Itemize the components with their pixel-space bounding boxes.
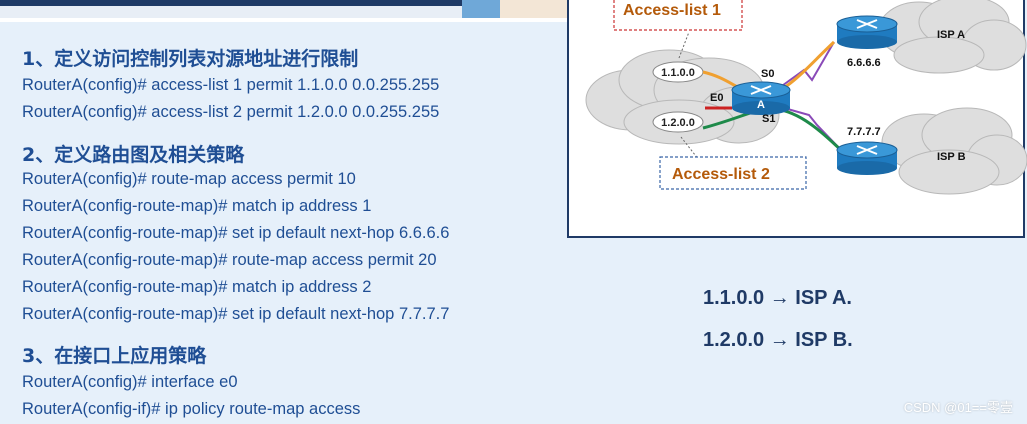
isp-a-label: ISP A	[937, 29, 965, 41]
network-diagram-svg: Access-list 1 Access-list 2 1.1.0.0 1.2.…	[585, 0, 1027, 195]
route-summary-isp-b: 1.2.0.0 → ISP B.	[703, 329, 853, 351]
command-line: RouterA(config)# access-list 1 permit 1.…	[22, 76, 440, 94]
command-line: RouterA(config-route-map)# set ip defaul…	[22, 224, 450, 242]
top-warm-block	[500, 0, 575, 18]
next-hop-a-label: 6.6.6.6	[847, 57, 881, 69]
command-line: RouterA(config-route-map)# set ip defaul…	[22, 305, 450, 323]
top-accent-block	[462, 0, 502, 18]
interface-s0-label: S0	[761, 68, 774, 80]
router-a-label: A	[757, 99, 765, 111]
command-line: RouterA(config)# route-map access permit…	[22, 170, 356, 188]
command-line: RouterA(config-route-map)# match ip addr…	[22, 197, 372, 215]
next-hop-b-label: 7.7.7.7	[847, 126, 881, 138]
command-line: RouterA(config-if)# ip policy route-map …	[22, 400, 361, 418]
command-line: RouterA(config)# interface e0	[22, 373, 238, 391]
section-1-heading: 1、定义访问控制列表对源地址进行限制	[22, 48, 359, 70]
command-line: RouterA(config-route-map)# route-map acc…	[22, 251, 437, 269]
network-1-label: 1.1.0.0	[661, 67, 695, 79]
section-3-heading: 3、在接口上应用策略	[22, 345, 207, 367]
interface-s1-label: S1	[762, 113, 775, 125]
interface-e0-label: E0	[710, 92, 723, 104]
router-isp-a-icon	[836, 15, 898, 49]
top-stripe	[0, 6, 470, 18]
slide-top-decoration	[0, 0, 575, 22]
network-diagram: Access-list 1 Access-list 2 1.1.0.0 1.2.…	[567, 0, 1027, 238]
callout-1-label: Access-list 1	[623, 2, 721, 19]
network-2-label: 1.2.0.0	[661, 117, 695, 129]
watermark: CSDN @01==零壹	[903, 400, 1013, 415]
isp-b-label: ISP B	[937, 151, 966, 163]
section-2-heading: 2、定义路由图及相关策略	[22, 144, 245, 166]
router-isp-b-icon	[836, 141, 898, 175]
command-line: RouterA(config)# access-list 2 permit 1.…	[22, 103, 440, 121]
command-line: RouterA(config-route-map)# match ip addr…	[22, 278, 372, 296]
route-summary-isp-a: 1.1.0.0 → ISP A.	[703, 287, 852, 309]
callout-2-label: Access-list 2	[672, 166, 770, 183]
